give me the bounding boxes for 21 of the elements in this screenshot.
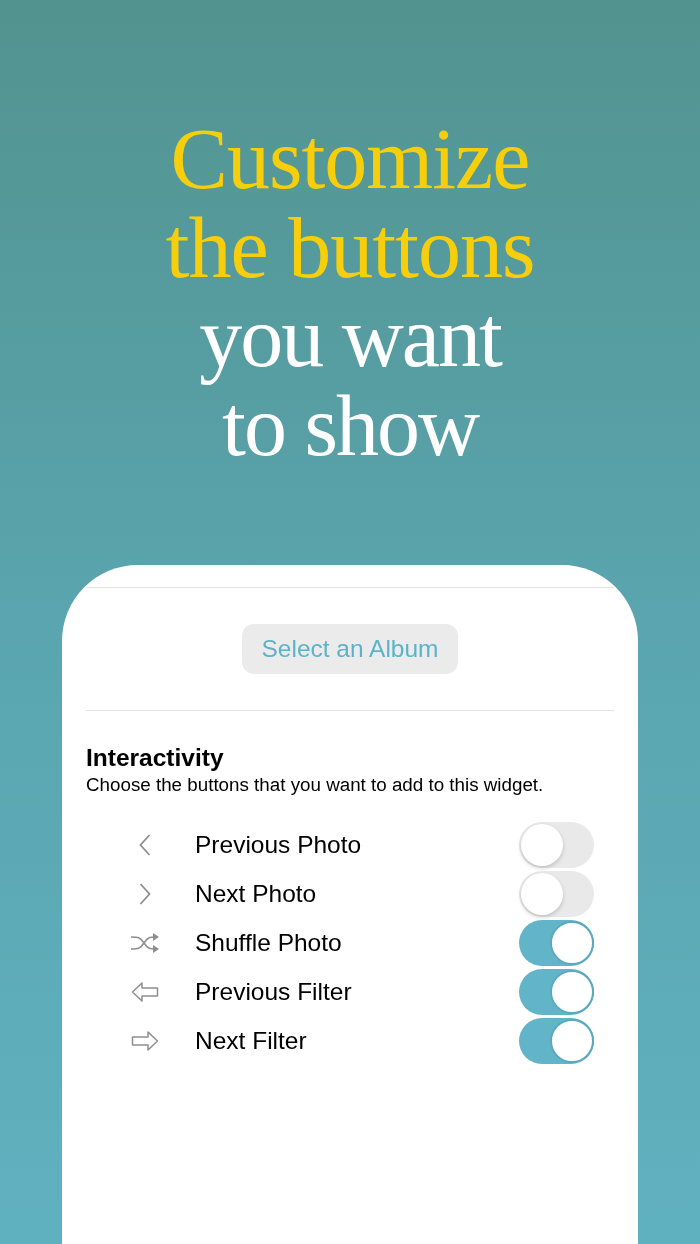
chevron-left-icon [139, 833, 151, 856]
headline-line: Customize [170, 115, 530, 204]
headline-line: to show [222, 382, 478, 471]
toggle-switch[interactable] [519, 870, 594, 917]
section-title: Interactivity [86, 743, 225, 772]
arrow-right-icon [131, 1029, 159, 1052]
section-description: Choose the buttons that you want to add to this widget. [86, 774, 545, 796]
option-label: Next Photo [195, 879, 318, 908]
option-label: Previous Photo [195, 830, 363, 859]
shuffle-icon [130, 931, 160, 954]
toggle-switch[interactable] [519, 1017, 594, 1064]
arrow-left-icon [131, 980, 159, 1003]
toggle-switch[interactable] [519, 968, 594, 1015]
select-album-button[interactable]: Select an Album [242, 624, 458, 674]
option-label: Next Filter [195, 1026, 308, 1055]
toggle-switch[interactable] [519, 821, 594, 868]
headline-line: the buttons [165, 204, 535, 293]
chevron-right-icon [139, 882, 151, 905]
toggle-switch[interactable] [519, 919, 594, 966]
option-label: Shuffle Photo [195, 928, 343, 957]
option-label: Previous Filter [195, 977, 353, 1006]
